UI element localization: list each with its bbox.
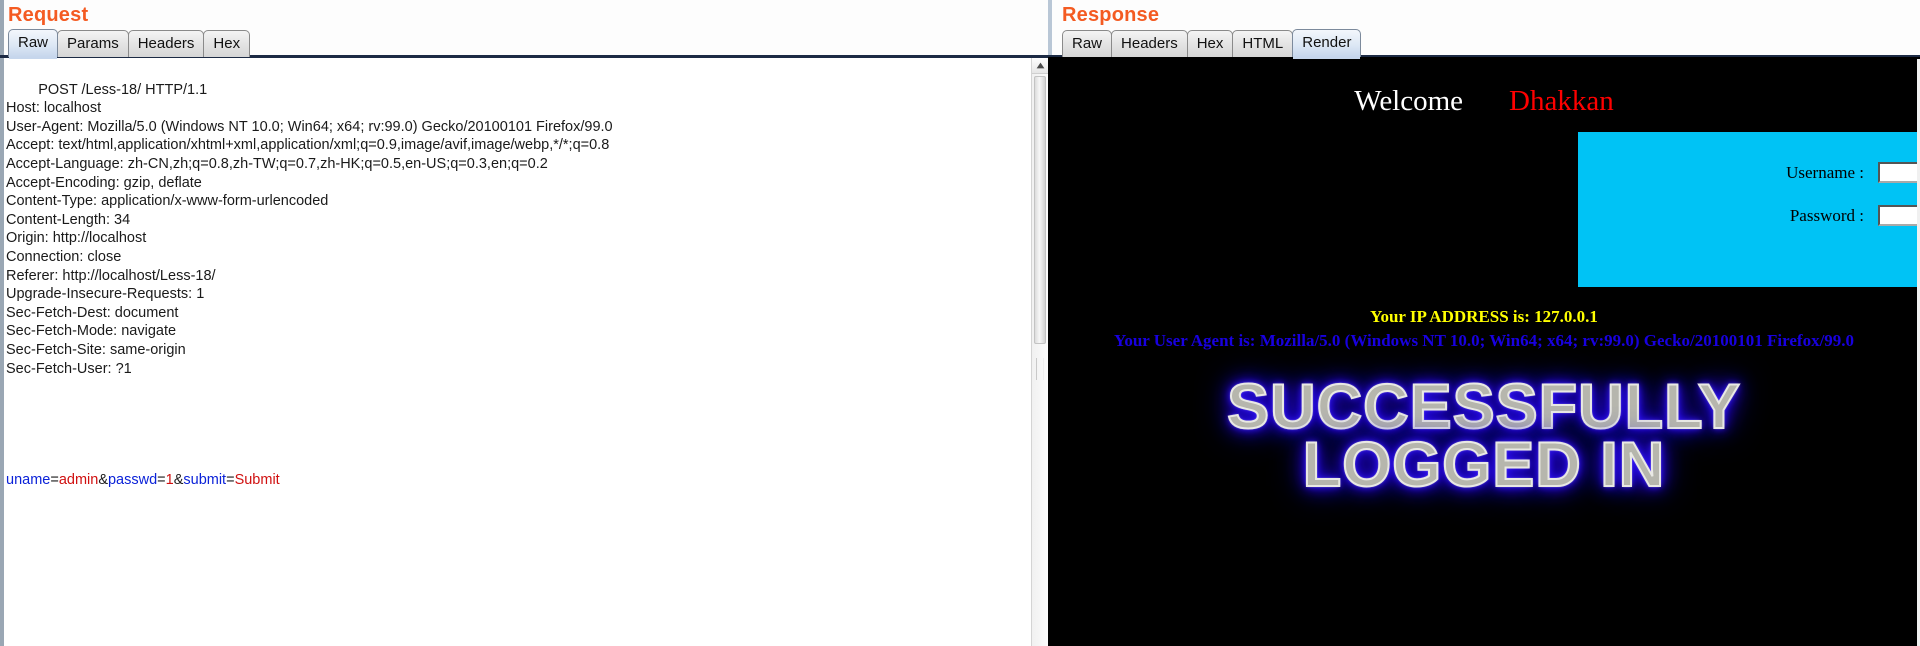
password-input[interactable]	[1878, 205, 1920, 226]
welcome-label: Welcome	[1354, 85, 1464, 117]
request-panel-title: Request	[8, 4, 89, 26]
request-tabstrip: Raw Params Headers Hex	[0, 28, 1048, 59]
request-raw-text[interactable]: POST /Less-18/ HTTP/1.1 Host: localhost …	[4, 58, 1031, 646]
username-label: Username :	[1786, 162, 1864, 182]
body-param-value: admin	[58, 472, 99, 489]
body-param-separator: &	[98, 472, 108, 489]
welcome-username: Dhakkan	[1509, 85, 1614, 117]
request-raw-body: uname=admin&passwd=1&submit=Submit	[6, 471, 1025, 490]
user-agent-line: Your User Agent is: Mozilla/5.0 (Windows…	[1113, 331, 1855, 350]
request-raw-headers: POST /Less-18/ HTTP/1.1 Host: localhost …	[6, 81, 613, 377]
body-param-name: submit	[183, 472, 227, 489]
response-panel: Response Raw Headers Hex HTML Render Wel…	[1048, 0, 1920, 646]
tab-request-hex[interactable]: Hex	[203, 30, 251, 57]
password-label: Password :	[1789, 205, 1864, 225]
ip-address-line: Your IP ADDRESS is: 127.0.0.1	[1370, 307, 1598, 326]
request-panel: Request Raw Params Headers Hex POST /Les…	[0, 0, 1048, 646]
tab-response-raw[interactable]: Raw	[1062, 30, 1113, 57]
scrollbar-grip-icon[interactable]	[1036, 358, 1044, 380]
tab-request-params[interactable]: Params	[57, 30, 129, 57]
success-banner-line-1: SUCCESSFULLY	[1226, 372, 1741, 442]
response-render-viewer: Welcome Dhakkan Username : Password : Yo…	[1048, 57, 1920, 646]
success-banner: SUCCESSFULLY LOGGED IN	[1048, 372, 1920, 500]
request-response-viewer: Request Raw Params Headers Hex POST /Les…	[0, 0, 1920, 646]
body-param-name: uname	[6, 472, 51, 489]
body-param-value: Submit	[234, 472, 280, 489]
body-param-value: 1	[165, 472, 174, 489]
tab-request-headers[interactable]: Headers	[127, 30, 205, 57]
username-input[interactable]	[1878, 162, 1920, 183]
login-form-grid: Username : Password :	[1786, 162, 1920, 226]
login-form-box: Username : Password :	[1578, 132, 1920, 287]
response-panel-title: Response	[1062, 4, 1160, 26]
body-param-equals: =	[50, 472, 59, 489]
tab-response-html[interactable]: HTML	[1232, 30, 1294, 57]
body-param-separator: &	[173, 472, 184, 489]
request-raw-blank-line	[6, 415, 1025, 434]
tab-response-headers[interactable]: Headers	[1111, 30, 1188, 57]
body-param-equals: =	[157, 472, 166, 489]
tab-request-raw[interactable]: Raw	[8, 29, 59, 59]
response-tabstrip: Raw Headers Hex HTML Render	[1048, 28, 1920, 59]
request-raw-viewer: POST /Less-18/ HTTP/1.1 Host: localhost …	[0, 57, 1048, 646]
request-vertical-scrollbar[interactable]	[1031, 58, 1048, 646]
success-banner-line-2: LOGGED IN	[1302, 429, 1666, 500]
tab-response-render[interactable]: Render	[1292, 29, 1362, 59]
welcome-row: Welcome Dhakkan	[1048, 85, 1920, 118]
scroll-up-arrow-icon[interactable]	[1032, 58, 1048, 74]
rendered-web-page: Welcome Dhakkan Username : Password : Yo…	[1048, 59, 1920, 646]
body-param-name: passwd	[107, 472, 158, 489]
tab-response-hex[interactable]: Hex	[1186, 30, 1234, 57]
scrollbar-thumb[interactable]	[1034, 76, 1046, 344]
body-param-equals: =	[226, 472, 235, 489]
